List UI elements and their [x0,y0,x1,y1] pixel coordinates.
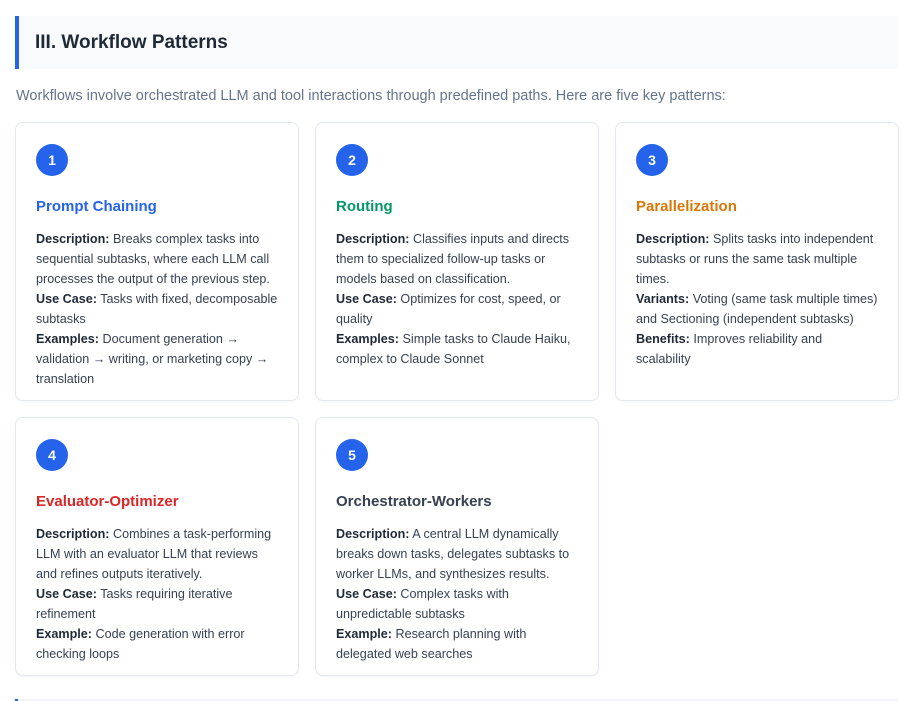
pattern-examples: Examples: Simple tasks to Claude Haiku, … [336,329,578,369]
section-intro: Workflows involve orchestrated LLM and t… [16,88,726,104]
pattern-number-badge: 4 [36,439,68,471]
pattern-card-orchestrator-workers: 5 Orchestrator-Workers Description: A ce… [315,417,599,676]
field-label: Variants: [636,292,690,306]
pattern-card-routing: 2 Routing Description: Classifies inputs… [315,122,599,401]
field-label: Use Case: [336,587,397,601]
pattern-variants: Variants: Voting (same task multiple tim… [636,289,878,329]
pattern-description: Description: Classifies inputs and direc… [336,229,578,289]
pattern-example: Example: Code generation with error chec… [36,624,278,664]
pattern-title: Evaluator-Optimizer [36,493,179,510]
field-label: Example: [336,627,392,641]
pattern-card-prompt-chaining: 1 Prompt Chaining Description: Breaks co… [15,122,299,401]
pattern-details: Description: Combines a task-performing … [36,524,278,664]
pattern-description: Description: Splits tasks into independe… [636,229,878,289]
field-label: Description: [636,232,710,246]
pattern-details: Description: Splits tasks into independe… [636,229,878,369]
pattern-grid: 1 Prompt Chaining Description: Breaks co… [15,122,899,676]
pattern-card-parallelization: 3 Parallelization Description: Splits ta… [615,122,899,401]
pattern-title: Orchestrator-Workers [336,493,492,510]
field-label: Description: [336,232,410,246]
pattern-card-evaluator-optimizer: 4 Evaluator-Optimizer Description: Combi… [15,417,299,676]
field-label: Description: [36,527,110,541]
pattern-example: Example: Research planning with delegate… [336,624,578,664]
pattern-use-case: Use Case: Optimizes for cost, speed, or … [336,289,578,329]
pattern-description: Description: Breaks complex tasks into s… [36,229,278,289]
field-label: Benefits: [636,332,690,346]
pattern-use-case: Use Case: Tasks with fixed, decomposable… [36,289,278,329]
field-label: Examples: [336,332,399,346]
field-label: Description: [36,232,110,246]
field-label: Use Case: [336,292,397,306]
pattern-description: Description: Combines a task-performing … [36,524,278,584]
field-label: Use Case: [36,292,97,306]
pattern-title: Prompt Chaining [36,198,157,215]
pattern-details: Description: Classifies inputs and direc… [336,229,578,369]
pattern-title: Parallelization [636,198,737,215]
pattern-title: Routing [336,198,393,215]
pattern-details: Description: A central LLM dynamically b… [336,524,578,664]
field-label: Examples: [36,332,99,346]
pattern-details: Description: Breaks complex tasks into s… [36,229,278,389]
pattern-number-badge: 5 [336,439,368,471]
pattern-examples: Examples: Document generation → validati… [36,329,278,389]
section-title: III. Workflow Patterns [35,31,228,53]
pattern-number-badge: 3 [636,144,668,176]
pattern-number-badge: 1 [36,144,68,176]
field-label: Description: [336,527,410,541]
pattern-number-badge: 2 [336,144,368,176]
field-label: Use Case: [36,587,97,601]
pattern-use-case: Use Case: Complex tasks with unpredictab… [336,584,578,624]
field-label: Example: [36,627,92,641]
pattern-use-case: Use Case: Tasks requiring iterative refi… [36,584,278,624]
pattern-description: Description: A central LLM dynamically b… [336,524,578,584]
section-header: III. Workflow Patterns [15,16,898,69]
pattern-benefits: Benefits: Improves reliability and scala… [636,329,878,369]
